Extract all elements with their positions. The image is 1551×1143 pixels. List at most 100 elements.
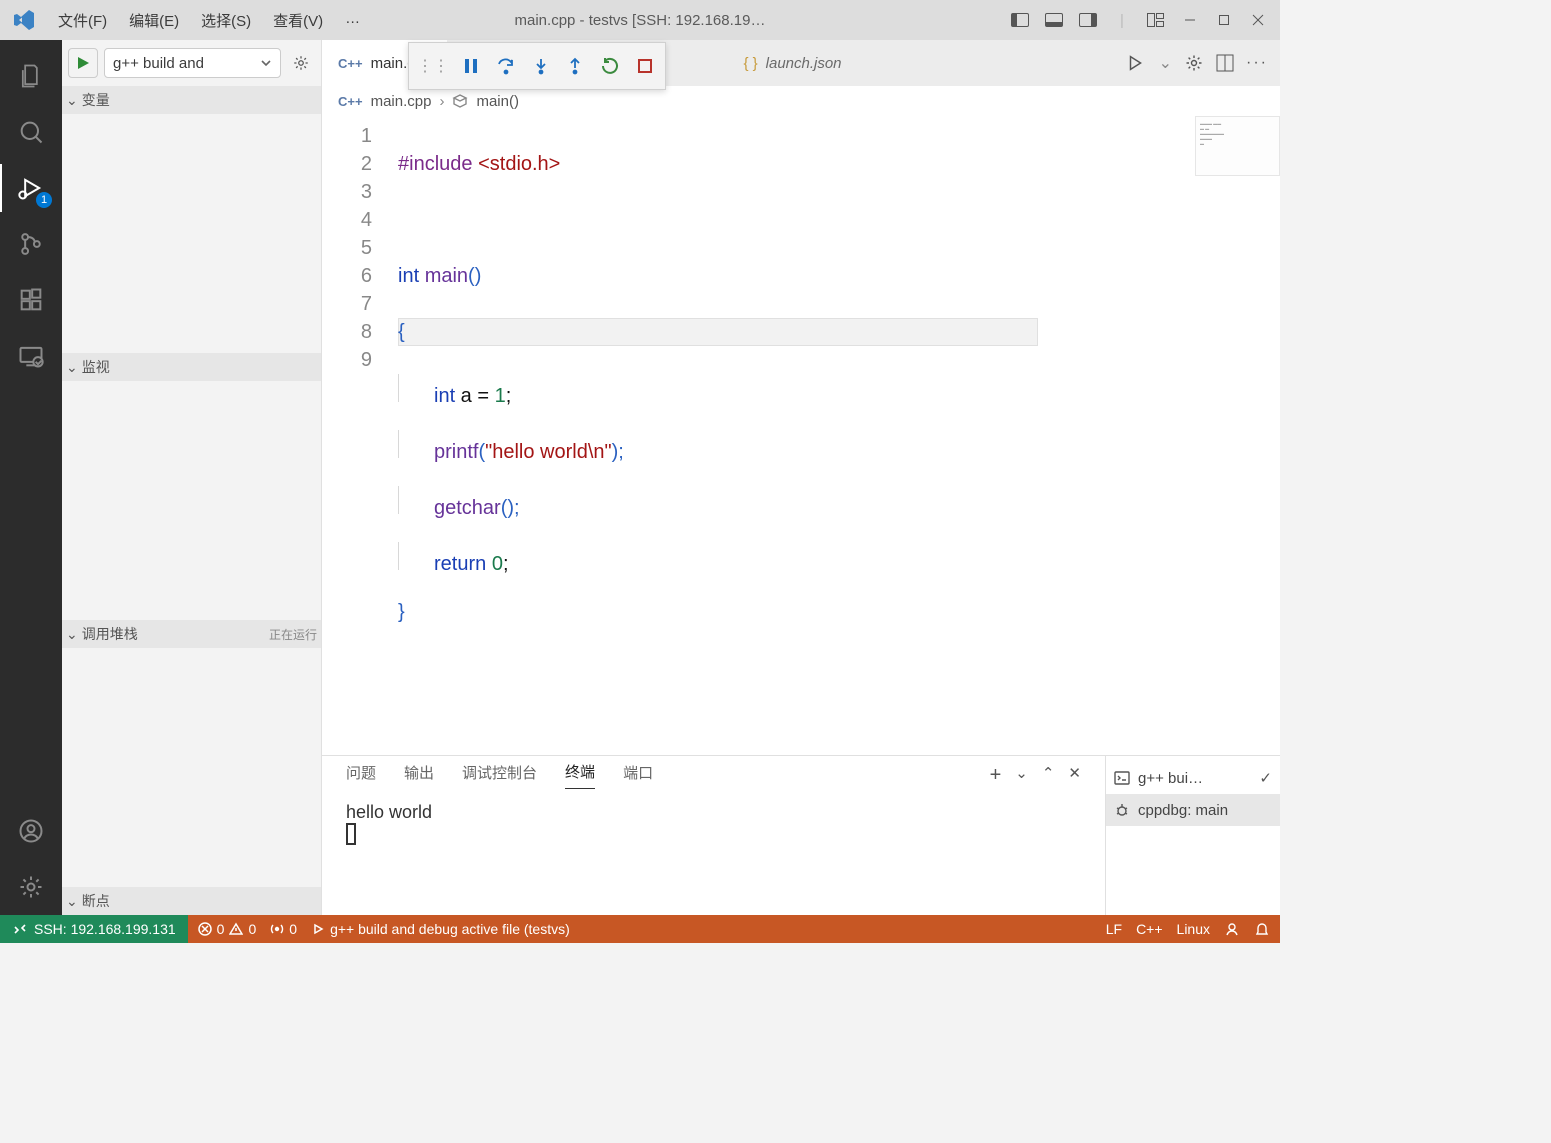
section-breakpoints[interactable]: ⌄断点 — [62, 887, 321, 915]
activity-search[interactable] — [0, 104, 62, 160]
task-build[interactable]: g++ bui… ✓ — [1106, 762, 1280, 794]
restart-button[interactable] — [598, 52, 623, 80]
section-variables-label: 变量 — [82, 90, 110, 110]
check-icon: ✓ — [1259, 769, 1272, 787]
panel-tab-ports[interactable]: 端口 — [623, 762, 653, 789]
section-variables[interactable]: ⌄变量 — [62, 86, 321, 114]
task-cppdbg-label: cppdbg: main — [1138, 802, 1228, 819]
activity-scm[interactable] — [0, 216, 62, 272]
warning-icon — [229, 922, 243, 936]
minimap[interactable]: ▬▬▬ ▬▬▬ ▬▬▬▬▬▬▬▬▬▬▬ — [1195, 116, 1280, 176]
activity-settings[interactable] — [0, 859, 62, 915]
breadcrumb-symbol: main() — [476, 93, 519, 110]
more-icon[interactable]: ··· — [1246, 54, 1268, 72]
debug-header: g++ build and — [62, 40, 321, 86]
remote-icon — [12, 921, 28, 937]
terminal-cursor — [346, 823, 356, 845]
debug-start-button[interactable] — [68, 48, 98, 78]
debug-toolbar[interactable]: ⋮⋮ — [408, 42, 666, 90]
status-remote-label: SSH: 192.168.199.131 — [34, 921, 176, 937]
terminal-output[interactable]: hello world — [322, 794, 1105, 915]
activity-remote[interactable] — [0, 328, 62, 384]
terminal-icon — [1114, 770, 1130, 786]
activity-debug[interactable]: 1 — [0, 160, 62, 216]
activity-account[interactable] — [0, 803, 62, 859]
status-lang[interactable]: C++ — [1136, 921, 1162, 937]
code-editor[interactable]: 123 456 789 #include <stdio.h> int main(… — [322, 116, 1280, 755]
step-over-button[interactable] — [494, 52, 519, 80]
menu-more[interactable]: … — [335, 4, 370, 37]
drag-handle-icon[interactable]: ⋮⋮ — [417, 56, 449, 76]
layout-left-icon[interactable] — [1006, 6, 1034, 34]
breadcrumb-separator-icon: › — [439, 93, 444, 110]
status-debug-label: g++ build and debug active file (testvs) — [330, 921, 570, 937]
debug-config-label: g++ build and — [113, 55, 204, 72]
stop-button[interactable] — [632, 52, 657, 80]
menu-edit[interactable]: 编辑(E) — [119, 4, 189, 37]
panel-tab-output[interactable]: 输出 — [404, 762, 434, 789]
run-debug-icon[interactable] — [1125, 52, 1147, 74]
panel-tab-problems[interactable]: 问题 — [346, 762, 376, 789]
antenna-icon — [270, 922, 284, 936]
close-panel-icon[interactable]: ✕ — [1068, 764, 1081, 787]
pause-button[interactable] — [459, 52, 484, 80]
status-ports[interactable]: 0 — [270, 921, 297, 937]
callstack-status: 正在运行 — [269, 626, 317, 643]
step-into-button[interactable] — [528, 52, 553, 80]
titlebar: 文件(F) 编辑(E) 选择(S) 查看(V) … main.cpp - tes… — [0, 0, 1280, 40]
tab-launch-json[interactable]: { } launch.json — [727, 40, 857, 86]
layout-bottom-icon[interactable] — [1040, 6, 1068, 34]
status-os[interactable]: Linux — [1177, 921, 1210, 937]
debug-gear-icon[interactable] — [287, 54, 315, 72]
line-gutter: 123 456 789 — [322, 116, 398, 755]
step-out-button[interactable] — [563, 52, 588, 80]
menu-file[interactable]: 文件(F) — [48, 4, 117, 37]
breadcrumb[interactable]: C++ main.cpp › main() — [322, 86, 1280, 116]
debug-badge: 1 — [36, 192, 52, 208]
app-root: 文件(F) 编辑(E) 选择(S) 查看(V) … main.cpp - tes… — [0, 0, 1280, 943]
editor-group: C++ main.cpp { } launch.json ⌄ ··· C++ m… — [322, 40, 1280, 915]
status-problems[interactable]: 0 0 — [198, 921, 257, 937]
status-eol[interactable]: LF — [1106, 921, 1122, 937]
split-editor-icon[interactable] — [1216, 54, 1234, 72]
chevron-down-icon[interactable]: ⌄ — [1015, 764, 1028, 787]
window-maximize[interactable] — [1210, 6, 1238, 34]
menu-view[interactable]: 查看(V) — [263, 4, 333, 37]
gear-icon[interactable] — [1184, 53, 1204, 73]
activity-explorer[interactable] — [0, 48, 62, 104]
status-bell-icon[interactable] — [1254, 921, 1270, 937]
panel-tab-terminal[interactable]: 终端 — [565, 761, 595, 789]
layout-right-icon[interactable] — [1074, 6, 1102, 34]
debug-icon — [311, 922, 325, 936]
panel-tab-debugconsole[interactable]: 调试控制台 — [462, 762, 537, 789]
status-warnings: 0 — [248, 921, 256, 937]
window-title: main.cpp - testvs [SSH: 192.168.19… — [515, 12, 766, 29]
section-callstack[interactable]: ⌄调用堆栈 正在运行 — [62, 620, 321, 648]
status-bar: SSH: 192.168.199.131 0 0 0 g++ build and… — [0, 915, 1280, 943]
task-build-label: g++ bui… — [1138, 770, 1203, 787]
vscode-logo-icon — [12, 8, 36, 32]
titlebar-divider: | — [1108, 6, 1136, 34]
activity-extensions[interactable] — [0, 272, 62, 328]
status-feedback-icon[interactable] — [1224, 921, 1240, 937]
debug-config-select[interactable]: g++ build and — [104, 48, 281, 78]
breadcrumb-file: main.cpp — [371, 93, 432, 110]
new-terminal-icon[interactable]: + — [990, 764, 1002, 787]
status-remote[interactable]: SSH: 192.168.199.131 — [0, 915, 188, 943]
status-debug-config[interactable]: g++ build and debug active file (testvs) — [311, 921, 570, 937]
maximize-panel-icon[interactable]: ⌃ — [1042, 764, 1055, 787]
menu-selection[interactable]: 选择(S) — [191, 4, 261, 37]
chevron-down-icon: ⌄ — [66, 626, 78, 643]
bug-icon — [1114, 802, 1130, 818]
section-watch[interactable]: ⌄监视 — [62, 353, 321, 381]
code-area[interactable]: #include <stdio.h> int main() { int a = … — [398, 116, 1280, 755]
chevron-down-icon[interactable]: ⌄ — [1159, 53, 1172, 73]
titlebar-right: | — [1006, 6, 1272, 34]
chevron-down-icon: ⌄ — [66, 359, 78, 376]
window-close[interactable] — [1244, 6, 1272, 34]
customize-layout-icon[interactable] — [1142, 6, 1170, 34]
task-cppdbg[interactable]: cppdbg: main — [1106, 794, 1280, 826]
window-minimize[interactable] — [1176, 6, 1204, 34]
section-callstack-label: 调用堆栈 — [82, 624, 138, 644]
cpp-file-icon: C++ — [338, 56, 363, 71]
